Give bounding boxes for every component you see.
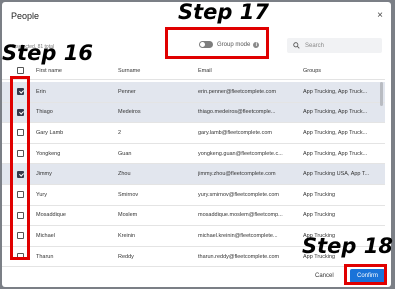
step17-highlight (165, 27, 269, 59)
close-icon[interactable]: × (377, 10, 383, 21)
cell-first-name: Mosaddique (36, 212, 66, 219)
table-row[interactable]: Jimmy Zhou jimmy.zhou@fleetcomplete.com App… (2, 164, 385, 185)
cell-first-name: Yongkeng (36, 150, 61, 157)
table-row[interactable]: Mosaddique Moslem mosaddique.moslem@fleetc… (2, 206, 385, 227)
cell-surname: Moslem (118, 212, 138, 219)
cell-surname: Reddy (118, 253, 134, 260)
step16-highlight (10, 76, 30, 260)
cell-first-name: Tharun (36, 253, 54, 260)
cell-email: tharun.reddy@fleetcomplete.com (198, 253, 280, 260)
table-row[interactable]: Yury Smirnov yury.smirnov@fleetcomplete.co… (2, 185, 385, 206)
table-row[interactable]: Erin Penner erin.penner@fleetcomplete.com A… (2, 82, 385, 103)
table-scrollbar[interactable] (380, 82, 383, 106)
column-header-groups[interactable]: Groups (303, 68, 378, 74)
cell-email: erin.penner@fleetcomplete.com (198, 88, 277, 95)
cell-surname: Smirnov (118, 191, 139, 198)
cancel-button[interactable]: Cancel (315, 273, 334, 279)
cell-first-name: Thiago (36, 109, 53, 116)
search-placeholder: Search (305, 42, 325, 49)
cell-email: michael.kreinin@fleetcomplete... (198, 232, 278, 239)
cell-groups: App Trucking, App Truck... (303, 109, 368, 116)
cell-groups: App Trucking, App Truck... (303, 88, 368, 95)
cell-surname: Zhou (118, 171, 131, 178)
cell-first-name: Gary Lamb (36, 129, 64, 136)
cell-email: yongkeng.guan@fleetcomplete.c... (198, 150, 283, 157)
step18-highlight (344, 264, 387, 285)
column-header-first-name[interactable]: First name (36, 68, 106, 74)
cell-email: gary.lamb@fleetcomplete.com (198, 129, 272, 136)
cell-surname: Penner (118, 88, 136, 95)
cell-groups: App Trucking, App Truck... (303, 150, 368, 157)
dialog-title: People (11, 11, 40, 21)
cell-email: mosaddique.moslem@fleetcomp... (198, 212, 283, 219)
search-input[interactable]: Search (287, 38, 382, 53)
column-header-email[interactable]: Email (198, 68, 293, 74)
search-icon (293, 42, 300, 49)
table-row[interactable]: Gary Lamb 2 gary.lamb@fleetcomplete.com App… (2, 123, 385, 144)
column-header-surname[interactable]: Surname (118, 68, 188, 74)
cell-surname: Medeiros (118, 109, 141, 116)
cell-email: yury.smirnov@fleetcomplete.com (198, 191, 279, 198)
cell-first-name: Michael (36, 232, 55, 239)
cell-groups: App Trucking (303, 212, 336, 219)
step16-label: Step 16 (2, 41, 93, 65)
cell-first-name: Erin (36, 88, 46, 95)
cell-surname: Guan (118, 150, 132, 157)
cell-first-name: Jimmy (36, 171, 52, 178)
select-all-checkbox[interactable] (17, 67, 24, 74)
step17-label: Step 17 (178, 0, 269, 24)
cell-first-name: Yury (36, 191, 48, 198)
cell-groups: App Trucking USA, App T... (303, 171, 370, 178)
cell-groups: App Trucking (303, 191, 336, 198)
cell-surname: 2 (118, 129, 122, 136)
cell-email: jimmy.zhou@fleetcomplete.com (198, 171, 276, 178)
cell-surname: Kreinin (118, 232, 136, 239)
table-row[interactable]: Yongkeng Guan yongkeng.guan@fleetcomplete.… (2, 144, 385, 165)
table-row[interactable]: Thiago Medeiros thiago.medeiros@fleetcompl… (2, 102, 385, 124)
cell-email: thiago.medeiros@fleetcomple... (198, 109, 276, 116)
cell-groups: App Trucking, App Truck... (303, 129, 368, 136)
step18-label: Step 18 (302, 234, 393, 258)
